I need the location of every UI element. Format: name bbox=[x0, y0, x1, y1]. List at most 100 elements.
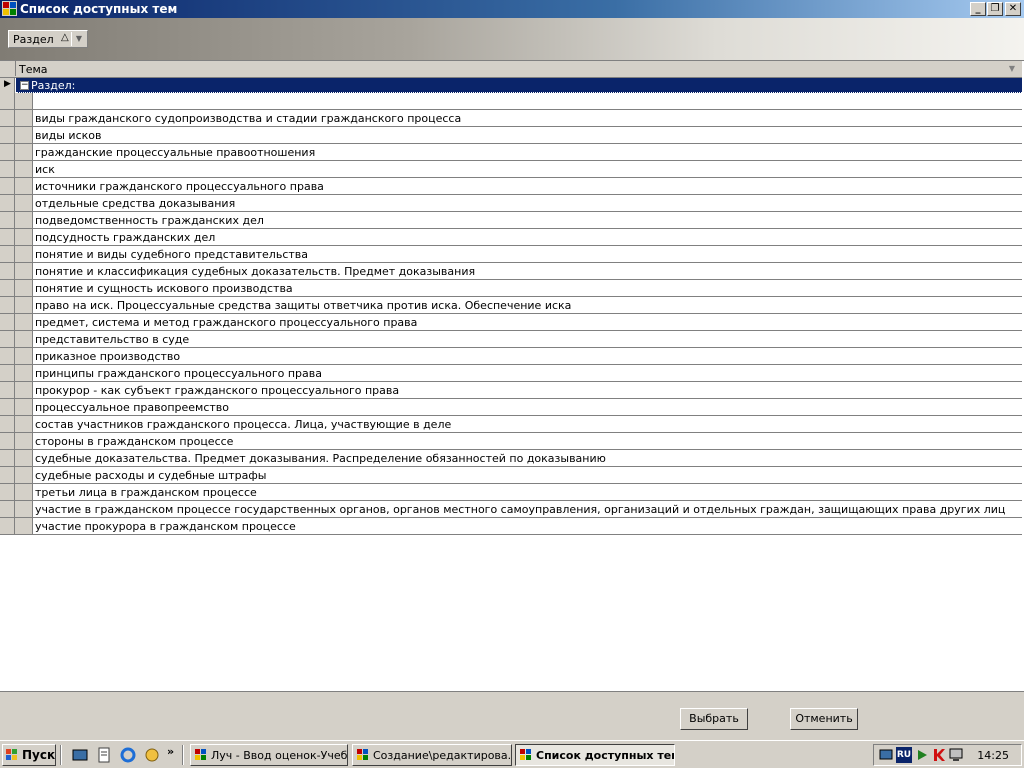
row-selector[interactable] bbox=[0, 195, 15, 211]
table-row[interactable]: право на иск. Процессуальные средства за… bbox=[0, 297, 1022, 314]
restore-button[interactable]: ❐ bbox=[987, 2, 1003, 16]
table-row[interactable]: иск bbox=[0, 161, 1022, 178]
row-selector[interactable] bbox=[0, 365, 15, 381]
row-selector[interactable]: ▶ bbox=[0, 78, 15, 93]
table-row[interactable]: приказное производство bbox=[0, 348, 1022, 365]
group-row-section[interactable]: ▶ − Раздел: bbox=[0, 78, 1022, 93]
row-selector[interactable] bbox=[0, 178, 15, 194]
table-row[interactable]: принципы гражданского процессуального пр… bbox=[0, 365, 1022, 382]
table-row[interactable]: источники гражданского процессуального п… bbox=[0, 178, 1022, 195]
row-selector[interactable] bbox=[0, 246, 15, 262]
row-selector[interactable] bbox=[0, 416, 15, 432]
table-row[interactable]: подсудность гражданских дел bbox=[0, 229, 1022, 246]
task-button-luch[interactable]: Луч - Ввод оценок-Учеб... bbox=[190, 744, 348, 766]
row-selector[interactable] bbox=[0, 93, 15, 109]
topic-cell: судебные расходы и судебные штрафы bbox=[35, 469, 267, 482]
show-desktop-icon[interactable] bbox=[72, 747, 88, 763]
group-indent bbox=[15, 93, 33, 109]
chevron-down-icon[interactable]: ▼ bbox=[71, 32, 86, 46]
topic-cell: гражданские процессуальные правоотношени… bbox=[35, 146, 316, 159]
start-button[interactable]: Пуск bbox=[2, 744, 56, 766]
row-selector[interactable] bbox=[0, 467, 15, 483]
system-tray: RU 14:25 bbox=[873, 744, 1022, 766]
table-row[interactable]: представительство в суде bbox=[0, 331, 1022, 348]
table-row[interactable]: участие в гражданском процессе государст… bbox=[0, 501, 1022, 518]
table-row[interactable]: отдельные средства доказывания bbox=[0, 195, 1022, 212]
table-row[interactable]: понятие и классификация судебных доказат… bbox=[0, 263, 1022, 280]
table-row[interactable]: прокурор - как субъект гражданского проц… bbox=[0, 382, 1022, 399]
network-icon[interactable] bbox=[878, 747, 894, 763]
topic-cell: подсудность гражданских дел bbox=[35, 231, 216, 244]
notepad-icon[interactable] bbox=[96, 747, 112, 763]
column-filter-icon[interactable]: ▼ bbox=[1006, 63, 1018, 75]
group-indent bbox=[15, 433, 33, 449]
table-row[interactable]: подведомственность гражданских дел bbox=[0, 212, 1022, 229]
select-button[interactable]: Выбрать bbox=[680, 708, 748, 730]
row-selector[interactable] bbox=[0, 161, 15, 177]
row-selector[interactable] bbox=[0, 518, 15, 534]
group-row-band[interactable]: − Раздел: bbox=[16, 78, 1022, 93]
collapse-group-icon[interactable]: − bbox=[20, 81, 29, 90]
table-row[interactable]: понятие и сущность искового производства bbox=[0, 280, 1022, 297]
row-selector[interactable] bbox=[0, 331, 15, 347]
task-button-topics[interactable]: Список доступных тем bbox=[515, 744, 675, 766]
group-indent bbox=[15, 229, 33, 245]
app-icon bbox=[2, 1, 17, 16]
group-indent bbox=[15, 331, 33, 347]
taskbar-separator bbox=[182, 745, 184, 765]
table-row[interactable] bbox=[0, 93, 1022, 110]
row-selector[interactable] bbox=[0, 433, 15, 449]
task-label: Создание\редактирова... bbox=[373, 749, 512, 762]
row-selector[interactable] bbox=[0, 229, 15, 245]
topic-cell: понятие и классификация судебных доказат… bbox=[35, 265, 476, 278]
group-indent bbox=[15, 501, 33, 517]
quicklaunch-more-icon[interactable]: » bbox=[167, 745, 174, 758]
task-label: Луч - Ввод оценок-Учеб... bbox=[211, 749, 348, 762]
outlook-icon[interactable] bbox=[144, 747, 160, 763]
row-selector[interactable] bbox=[0, 484, 15, 500]
topics-list: виды гражданского судопроизводства и ста… bbox=[0, 93, 1022, 535]
antivirus-icon[interactable] bbox=[931, 747, 947, 763]
row-selector[interactable] bbox=[0, 501, 15, 517]
topic-cell: виды исков bbox=[35, 129, 102, 142]
table-row[interactable]: стороны в гражданском процессе bbox=[0, 433, 1022, 450]
row-selector[interactable] bbox=[0, 280, 15, 296]
window-title: Список доступных тем bbox=[20, 2, 178, 16]
table-row[interactable]: участие прокурора в гражданском процессе bbox=[0, 518, 1022, 535]
window-titlebar[interactable]: Список доступных тем _ ❐ ✕ bbox=[0, 0, 1024, 18]
row-selector[interactable] bbox=[0, 127, 15, 143]
table-row[interactable]: виды гражданского судопроизводства и ста… bbox=[0, 110, 1022, 127]
table-row[interactable]: гражданские процессуальные правоотношени… bbox=[0, 144, 1022, 161]
table-row[interactable]: судебные доказательства. Предмет доказыв… bbox=[0, 450, 1022, 467]
minimize-button[interactable]: _ bbox=[970, 2, 986, 16]
row-selector[interactable] bbox=[0, 382, 15, 398]
close-button[interactable]: ✕ bbox=[1005, 2, 1021, 16]
row-selector[interactable] bbox=[0, 263, 15, 279]
row-selector[interactable] bbox=[0, 297, 15, 313]
table-row[interactable]: виды исков bbox=[0, 127, 1022, 144]
task-button-create[interactable]: Создание\редактирова... bbox=[352, 744, 512, 766]
row-selector[interactable] bbox=[0, 399, 15, 415]
group-chip-section[interactable]: Раздел △ ▼ bbox=[8, 30, 88, 48]
table-row[interactable]: понятие и виды судебного представительст… bbox=[0, 246, 1022, 263]
computer-icon[interactable] bbox=[948, 747, 964, 763]
media-icon[interactable] bbox=[914, 747, 930, 763]
topic-cell: третьи лица в гражданском процессе bbox=[35, 486, 257, 499]
row-selector[interactable] bbox=[0, 314, 15, 330]
cancel-button[interactable]: Отменить bbox=[790, 708, 858, 730]
row-selector[interactable] bbox=[0, 212, 15, 228]
sort-ascending-icon: △ bbox=[61, 32, 69, 43]
row-selector[interactable] bbox=[0, 144, 15, 160]
column-header-topic[interactable]: Тема ▼ bbox=[0, 61, 1022, 78]
table-row[interactable]: судебные расходы и судебные штрафы bbox=[0, 467, 1022, 484]
language-indicator[interactable]: RU bbox=[896, 747, 912, 763]
table-row[interactable]: процессуальное правопреемство bbox=[0, 399, 1022, 416]
row-selector[interactable] bbox=[0, 450, 15, 466]
internet-explorer-icon[interactable] bbox=[120, 747, 136, 763]
row-selector[interactable] bbox=[0, 110, 15, 126]
group-indent bbox=[15, 161, 33, 177]
row-selector[interactable] bbox=[0, 348, 15, 364]
table-row[interactable]: состав участников гражданского процесса.… bbox=[0, 416, 1022, 433]
table-row[interactable]: третьи лица в гражданском процессе bbox=[0, 484, 1022, 501]
table-row[interactable]: предмет, система и метод гражданского пр… bbox=[0, 314, 1022, 331]
